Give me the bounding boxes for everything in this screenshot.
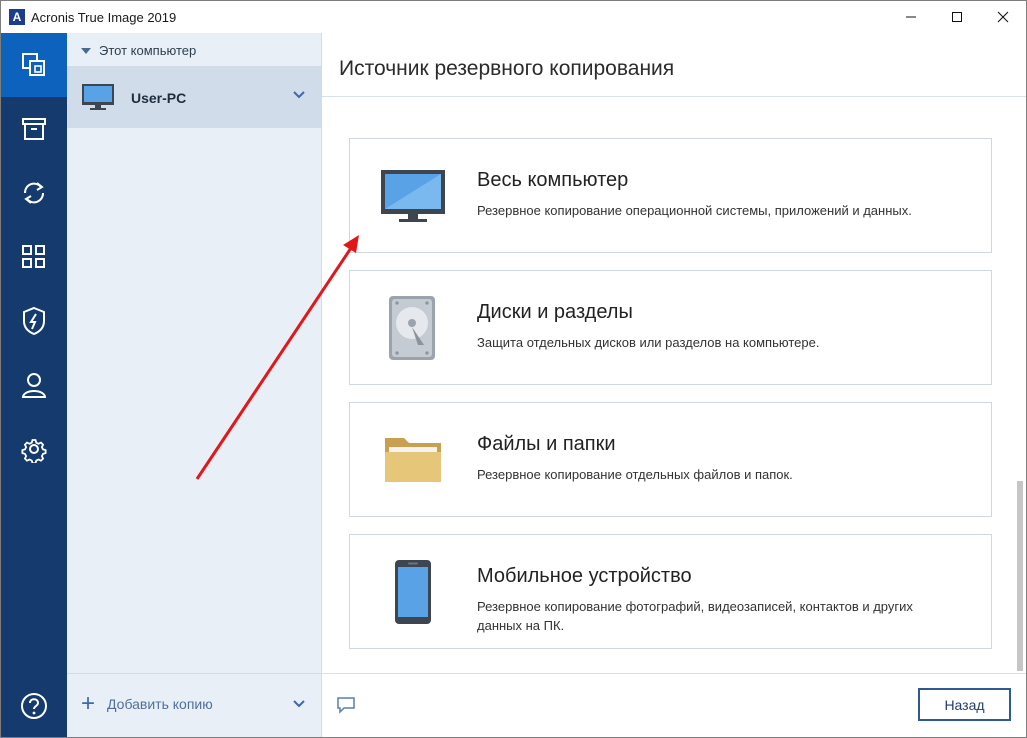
app-window: A Acronis True Image 2019 Этот компьютер… [0, 0, 1027, 738]
gear-icon [21, 439, 47, 463]
main-footer: Назад [322, 673, 1026, 737]
chat-icon[interactable] [336, 696, 356, 714]
rail-item-backup[interactable] [1, 33, 67, 97]
card-title: Диски и разделы [477, 301, 633, 323]
rail-item-settings[interactable] [1, 417, 67, 481]
title-bar: A Acronis True Image 2019 [1, 1, 1026, 33]
machine-name: User-PC [131, 90, 187, 106]
chevron-down-icon[interactable] [293, 91, 305, 99]
help-button[interactable] [1, 673, 67, 737]
card-description: Резервное копирование фотографий, видеоз… [477, 599, 913, 633]
back-button[interactable]: Назад [918, 688, 1011, 721]
close-icon [997, 11, 1009, 23]
help-icon [21, 692, 47, 719]
card-description: Резервное копирование отдельных файлов и… [477, 467, 793, 482]
nav-rail [1, 33, 67, 737]
user-icon [21, 373, 47, 398]
divider [322, 96, 1026, 97]
rail-item-archive[interactable] [1, 97, 67, 161]
add-copy-button[interactable]: + Добавить копию [81, 690, 213, 717]
monitor-icon [381, 170, 445, 222]
folder-icon [385, 438, 441, 482]
minimize-icon [906, 16, 916, 18]
sync-icon [23, 182, 45, 204]
close-button[interactable] [980, 1, 1026, 33]
scrollbar-thumb[interactable] [1017, 481, 1023, 671]
source-card-entire-pc[interactable]: Весь компьютер Резервное копирование опе… [349, 138, 992, 253]
copy-icon [22, 53, 45, 76]
card-title: Мобильное устройство [477, 565, 692, 587]
shield-icon [23, 306, 45, 336]
maximize-icon [952, 12, 962, 22]
machines-header-label: Этот компьютер [99, 43, 197, 58]
card-description: Резервное копирование операционной систе… [477, 203, 912, 218]
page-title: Источник резервного копирования [339, 57, 675, 80]
add-copy-label: Добавить копию [107, 696, 213, 712]
app-logo-icon: A [9, 9, 25, 25]
phone-icon [395, 560, 431, 624]
card-title: Файлы и папки [477, 433, 616, 455]
rail-item-account[interactable] [1, 353, 67, 417]
main-panel: Источник резервного копирования Весь ком… [322, 33, 1026, 737]
maximize-button[interactable] [934, 1, 980, 33]
hard-disk-icon [389, 296, 435, 360]
grid-icon [22, 245, 45, 268]
card-title: Весь компьютер [477, 169, 629, 191]
source-card-mobile[interactable]: Мобильное устройство Резервное копирован… [349, 534, 992, 649]
rail-item-tools[interactable] [1, 225, 67, 289]
plus-icon: + [81, 690, 96, 717]
source-card-disks[interactable]: Диски и разделы Защита отдельных дисков … [349, 270, 992, 385]
chevron-down-icon[interactable] [293, 700, 305, 708]
computer-icon [82, 84, 114, 110]
rail-item-protection[interactable] [1, 289, 67, 353]
card-description: Защита отдельных дисков или разделов на … [477, 335, 820, 350]
minimize-button[interactable] [888, 1, 934, 33]
rail-item-sync[interactable] [1, 161, 67, 225]
window-title: Acronis True Image 2019 [31, 10, 177, 25]
machine-row-selected[interactable]: User-PC [67, 66, 321, 128]
machines-header[interactable]: Этот компьютер [81, 43, 196, 58]
machines-panel: Этот компьютер User-PC + Добавить копию [67, 33, 322, 737]
collapse-triangle-icon [81, 47, 91, 54]
machines-footer: + Добавить копию [67, 673, 321, 737]
archive-icon [22, 118, 46, 140]
source-card-files[interactable]: Файлы и папки Резервное копирование отде… [349, 402, 992, 517]
